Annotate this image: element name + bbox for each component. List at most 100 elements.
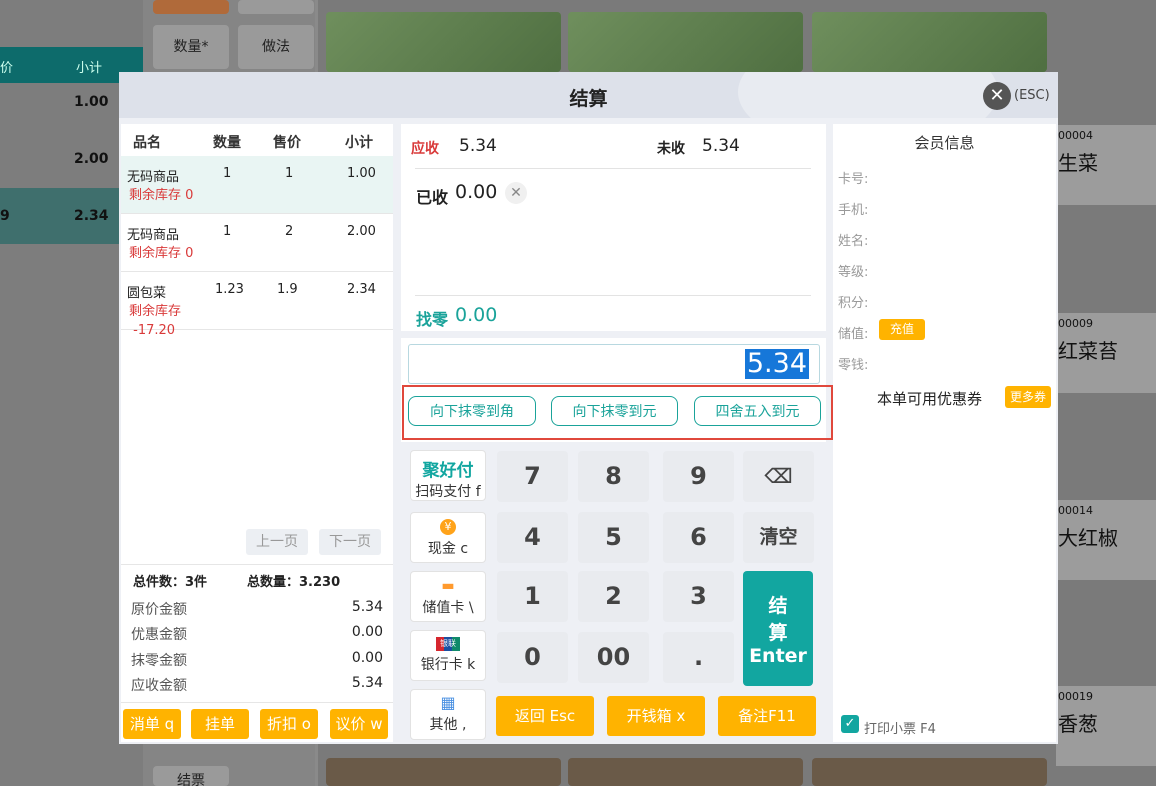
enter-label: 算 [768, 622, 788, 644]
round-down-yuan-button[interactable]: 向下抹零到元 [551, 396, 678, 426]
open-cashbox-button[interactable]: 开钱箱 x [607, 696, 705, 736]
dialog-title: 结算 [569, 88, 608, 110]
bg-product-tile [568, 12, 803, 72]
key-dot[interactable]: . [663, 632, 734, 683]
bg-product-card: 00009 红菜苔 [1056, 313, 1156, 393]
hold-order-button[interactable]: 挂单 [191, 709, 249, 739]
item-subtotal: 1.00 [347, 166, 376, 181]
bg-product-tile [568, 758, 803, 786]
stored-card-icon: ▬ [441, 578, 455, 594]
key-2[interactable]: 2 [578, 571, 649, 622]
cash-button[interactable]: ¥ 现金 c [410, 512, 486, 563]
item-name: 无码商品 [127, 228, 180, 243]
item-stock: 剩余库存 0 [129, 246, 194, 261]
clear-received-icon[interactable]: ✕ [505, 182, 527, 204]
key-6[interactable]: 6 [663, 512, 734, 563]
key-7[interactable]: 7 [497, 451, 568, 502]
bg-card-code: 00004 [1058, 129, 1093, 142]
total-qty: 总数量：3.230 [247, 575, 341, 590]
clear-button[interactable]: 清空 [743, 512, 814, 563]
items-table-header: 品名 数量 售价 小计 [121, 124, 393, 156]
bg-method-button: 做法 [238, 25, 314, 69]
negotiate-price-button[interactable]: 议价 w [330, 709, 388, 739]
unpaid-label: 未收 [657, 141, 685, 157]
bg-ticket-button: 结票 [153, 766, 229, 786]
checkout-enter-button[interactable]: 结 算 Enter [743, 571, 813, 686]
dialog-header: 结算 ✕ (ESC) [119, 72, 1058, 118]
scan-pay-button[interactable]: 聚好付 扫码支付 f [410, 450, 486, 501]
name-label: 姓名: [838, 234, 869, 249]
small-change-label: 零钱: [838, 358, 869, 373]
round-half-yuan-button[interactable]: 四舍五入到元 [694, 396, 821, 426]
other-pay-label: 其他 , [429, 717, 467, 733]
header-subtotal: 小计 [345, 135, 373, 151]
print-receipt-checkbox[interactable]: ✓ [841, 715, 859, 733]
order-items-panel: 品名 数量 售价 小计 无码商品 1 1 1.00 剩余库存 0 无码商品 1 … [121, 124, 393, 742]
phone-label: 手机: [838, 203, 869, 218]
round-down-jiao-button[interactable]: 向下抹零到角 [408, 396, 536, 426]
backspace-icon[interactable]: ⌫ [743, 451, 814, 502]
enter-label: Enter [749, 645, 807, 667]
amount-input[interactable]: 5.34 [408, 344, 820, 384]
other-pay-button[interactable]: ▦ 其他 , [410, 689, 486, 740]
key-9[interactable]: 9 [663, 451, 734, 502]
unpaid-value: 5.34 [702, 136, 740, 156]
other-pay-icon: ▦ [440, 693, 456, 712]
order-actions: 消单 q 挂单 折扣 o 议价 w [121, 702, 393, 743]
item-subtotal: 2.00 [347, 224, 376, 239]
member-info-title: 会员信息 [914, 134, 975, 152]
stored-card-label: 储值卡 \ [422, 600, 474, 616]
key-3[interactable]: 3 [663, 571, 734, 622]
cash-label: 现金 c [427, 541, 469, 557]
total-count: 总件数：3件 [133, 575, 208, 590]
bg-product-tile [326, 12, 561, 72]
receivable-amount-value: 5.34 [351, 675, 383, 691]
enter-label: 结 [768, 595, 788, 617]
amount-input-value: 5.34 [744, 348, 809, 379]
item-name: 无码商品 [127, 170, 180, 185]
key-8[interactable]: 8 [578, 451, 649, 502]
more-coupons-button[interactable]: 更多券 [1005, 386, 1051, 408]
table-row[interactable]: 无码商品 1 2 2.00 剩余库存 0 [121, 214, 393, 272]
recharge-button[interactable]: 充值 [879, 319, 925, 340]
item-price: 1.9 [277, 282, 298, 297]
item-name: 圆包菜 [127, 286, 167, 301]
item-qty: 1 [223, 224, 232, 239]
key-0[interactable]: 0 [497, 632, 568, 683]
bg-row-subtotal: 2.00 [74, 151, 109, 167]
bg-product-tile [812, 758, 1047, 786]
rounding-amount-value: 0.00 [351, 650, 383, 666]
order-summary: 总件数：3件 总数量：3.230 原价金额 5.34 优惠金额 0.00 抹零金… [121, 564, 393, 694]
cancel-order-button[interactable]: 消单 q [123, 709, 181, 739]
bg-product-card: 00004 生菜 [1056, 125, 1156, 205]
bank-card-label: 银行卡 k [420, 657, 476, 673]
discount-button[interactable]: 折扣 o [260, 709, 318, 739]
remark-button[interactable]: 备注F11 [718, 696, 816, 736]
next-page-button[interactable]: 下一页 [319, 529, 381, 555]
key-4[interactable]: 4 [497, 512, 568, 563]
level-label: 等级: [838, 265, 869, 280]
coupon-label: 本单可用优惠券 [877, 390, 983, 408]
header-price: 售价 [273, 135, 301, 151]
key-1[interactable]: 1 [497, 571, 568, 622]
bg-button [238, 0, 314, 14]
discount-amount-label: 优惠金额 [131, 627, 187, 643]
received-value: 0.00 [455, 181, 498, 203]
key-00[interactable]: 00 [578, 632, 649, 683]
item-price: 2 [285, 224, 294, 239]
original-amount-label: 原价金额 [131, 602, 187, 618]
bg-card-code: 00019 [1058, 690, 1093, 703]
item-stock: 剩余库存 -17.20 [129, 304, 182, 338]
change-label: 找零 [416, 310, 449, 329]
prev-page-button[interactable]: 上一页 [246, 529, 308, 555]
table-row[interactable]: 圆包菜 1.23 1.9 2.34 剩余库存 -17.20 [121, 272, 393, 338]
table-row[interactable]: 无码商品 1 1 1.00 剩余库存 0 [121, 156, 393, 214]
bg-row-subtotal: 2.34 [74, 208, 109, 224]
key-5[interactable]: 5 [578, 512, 649, 563]
close-icon[interactable]: ✕ [983, 82, 1011, 110]
back-button[interactable]: 返回 Esc [496, 696, 594, 736]
scan-pay-label: 扫码支付 f [415, 484, 481, 500]
stored-card-button[interactable]: ▬ 储值卡 \ [410, 571, 486, 622]
bank-card-button[interactable]: 银联 银行卡 k [410, 630, 486, 681]
bg-qty-button: 数量* [153, 25, 229, 69]
